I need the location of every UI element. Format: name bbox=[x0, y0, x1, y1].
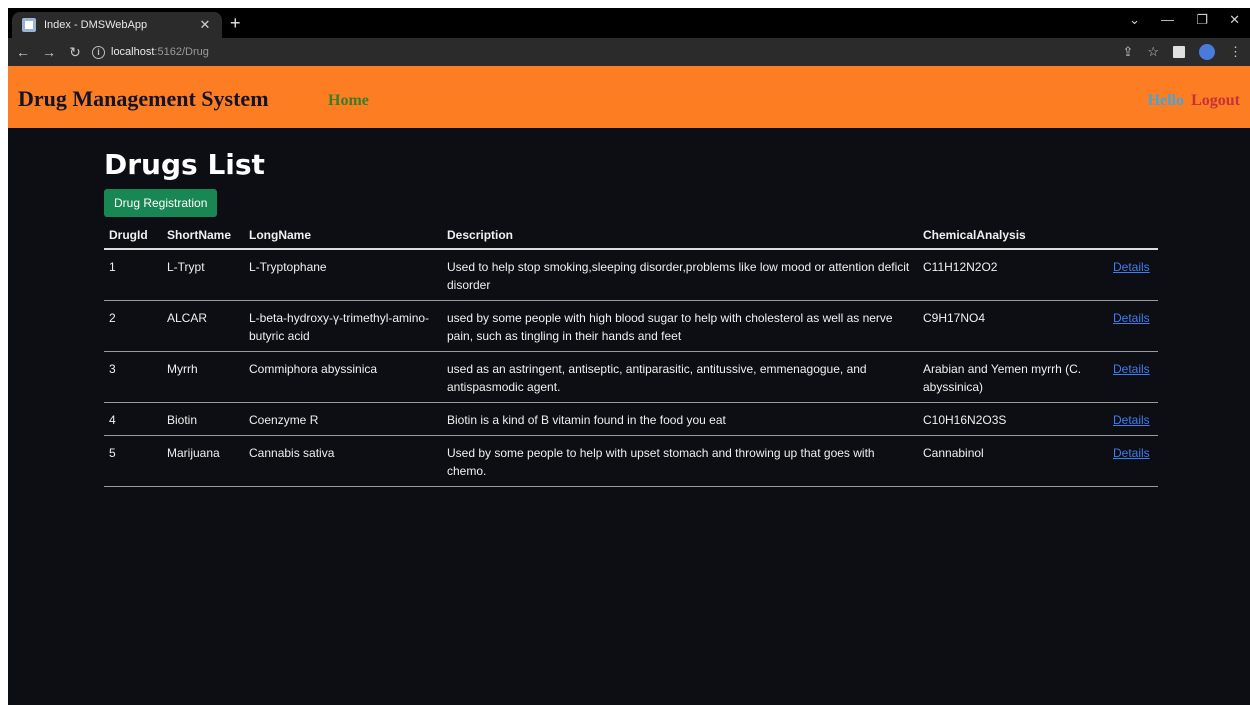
cell-actions: Details bbox=[1108, 249, 1158, 301]
drugs-table: DrugId ShortName LongName Description Ch… bbox=[104, 223, 1158, 487]
details-link[interactable]: Details bbox=[1113, 311, 1150, 325]
close-tab-icon[interactable]: ✕ bbox=[198, 17, 212, 33]
header-chemicalanalysis: ChemicalAnalysis bbox=[918, 223, 1108, 250]
cell-longname: L-beta-hydroxy-γ-trimethyl-amino-butyric… bbox=[244, 300, 442, 352]
cell-description: used by some people with high blood suga… bbox=[442, 300, 918, 352]
close-window-icon[interactable]: ✕ bbox=[1229, 12, 1240, 28]
tab-bar: Index - DMSWebApp ✕ + ⌄ — ❐ ✕ bbox=[8, 8, 1250, 38]
app-navbar: Drug Management System Home Hello Logout bbox=[8, 66, 1250, 128]
cell-shortname: Myrrh bbox=[162, 351, 244, 403]
details-link[interactable]: Details bbox=[1113, 446, 1150, 460]
table-header-row: DrugId ShortName LongName Description Ch… bbox=[104, 223, 1158, 250]
main-content: Drugs List Drug Registration DrugId Shor… bbox=[104, 128, 1162, 487]
url-path: :5162/Drug bbox=[154, 46, 209, 58]
browser-tab[interactable]: Index - DMSWebApp ✕ bbox=[12, 12, 222, 38]
table-row: 1 L-Trypt L-Tryptophane Used to help sto… bbox=[104, 249, 1158, 301]
maximize-icon[interactable]: ❐ bbox=[1196, 12, 1208, 28]
cell-drugid: 5 bbox=[104, 435, 162, 487]
cell-shortname: ALCAR bbox=[162, 300, 244, 352]
cell-chemicalanalysis: Arabian and Yemen myrrh (C. abyssinica) bbox=[918, 351, 1108, 403]
cell-description: Used by some people to help with upset s… bbox=[442, 435, 918, 487]
back-icon[interactable]: ← bbox=[12, 44, 34, 60]
minimize-icon[interactable]: — bbox=[1161, 12, 1174, 27]
details-link[interactable]: Details bbox=[1113, 260, 1150, 274]
tab-title: Index - DMSWebApp bbox=[44, 19, 148, 31]
bookmark-star-icon[interactable]: ☆ bbox=[1147, 44, 1159, 60]
cell-chemicalanalysis: C10H16N2O3S bbox=[918, 402, 1108, 436]
table-row: 5 Marijuana Cannabis sativa Used by some… bbox=[104, 435, 1158, 487]
cell-description: used as an astringent, antiseptic, antip… bbox=[442, 351, 918, 403]
header-shortname: ShortName bbox=[162, 223, 244, 250]
nav-home-link[interactable]: Home bbox=[328, 92, 369, 110]
cell-drugid: 4 bbox=[104, 402, 162, 436]
cell-longname: Cannabis sativa bbox=[244, 435, 442, 487]
cell-shortname: Biotin bbox=[162, 402, 244, 436]
url-field[interactable]: i localhost:5162/Drug bbox=[92, 41, 209, 63]
cell-actions: Details bbox=[1108, 300, 1158, 352]
header-description: Description bbox=[442, 223, 918, 250]
brand-title[interactable]: Drug Management System bbox=[18, 86, 269, 112]
cell-drugid: 1 bbox=[104, 249, 162, 301]
nav-hello-link[interactable]: Hello bbox=[1148, 92, 1184, 110]
table-row: 4 Biotin Coenzyme R Biotin is a kind of … bbox=[104, 402, 1158, 436]
share-icon[interactable]: ⇪ bbox=[1122, 44, 1133, 60]
header-actions bbox=[1108, 223, 1158, 250]
side-panel-icon[interactable] bbox=[1173, 46, 1185, 58]
drug-registration-button[interactable]: Drug Registration bbox=[104, 189, 218, 217]
url-host: localhost bbox=[111, 46, 155, 58]
address-bar: ← → ↻ i localhost:5162/Drug ⇪ ☆ ⋮ bbox=[8, 38, 1250, 66]
menu-kebab-icon[interactable]: ⋮ bbox=[1229, 44, 1242, 60]
page-favicon-icon bbox=[22, 18, 36, 32]
nav-logout-link[interactable]: Logout bbox=[1191, 92, 1240, 110]
table-row: 2 ALCAR L-beta-hydroxy-γ-trimethyl-amino… bbox=[104, 300, 1158, 352]
cell-chemicalanalysis: Cannabinol bbox=[918, 435, 1108, 487]
cell-longname: Commiphora abyssinica bbox=[244, 351, 442, 403]
cell-actions: Details bbox=[1108, 351, 1158, 403]
new-tab-icon[interactable]: + bbox=[230, 14, 241, 32]
tab-search-icon[interactable]: ⌄ bbox=[1129, 12, 1140, 28]
cell-longname: Coenzyme R bbox=[244, 402, 442, 436]
table-row: 3 Myrrh Commiphora abyssinica used as an… bbox=[104, 351, 1158, 403]
page-title: Drugs List bbox=[104, 148, 265, 181]
cell-shortname: Marijuana bbox=[162, 435, 244, 487]
cell-drugid: 2 bbox=[104, 300, 162, 352]
reload-icon[interactable]: ↻ bbox=[64, 44, 86, 61]
site-info-icon[interactable]: i bbox=[92, 45, 105, 59]
cell-shortname: L-Trypt bbox=[162, 249, 244, 301]
details-link[interactable]: Details bbox=[1113, 362, 1150, 376]
cell-description: Used to help stop smoking,sleeping disor… bbox=[442, 249, 918, 301]
cell-actions: Details bbox=[1108, 402, 1158, 436]
cell-drugid: 3 bbox=[104, 351, 162, 403]
cell-actions: Details bbox=[1108, 435, 1158, 487]
profile-avatar-icon[interactable] bbox=[1199, 44, 1215, 60]
header-drugid: DrugId bbox=[104, 223, 162, 250]
cell-chemicalanalysis: C11H12N2O2 bbox=[918, 249, 1108, 301]
header-longname: LongName bbox=[244, 223, 442, 250]
forward-icon[interactable]: → bbox=[38, 44, 60, 60]
cell-longname: L-Tryptophane bbox=[244, 249, 442, 301]
cell-chemicalanalysis: C9H17NO4 bbox=[918, 300, 1108, 352]
cell-description: Biotin is a kind of B vitamin found in t… bbox=[442, 402, 918, 436]
details-link[interactable]: Details bbox=[1113, 413, 1150, 427]
browser-window: Index - DMSWebApp ✕ + ⌄ — ❐ ✕ ← → ↻ i lo… bbox=[8, 8, 1250, 705]
